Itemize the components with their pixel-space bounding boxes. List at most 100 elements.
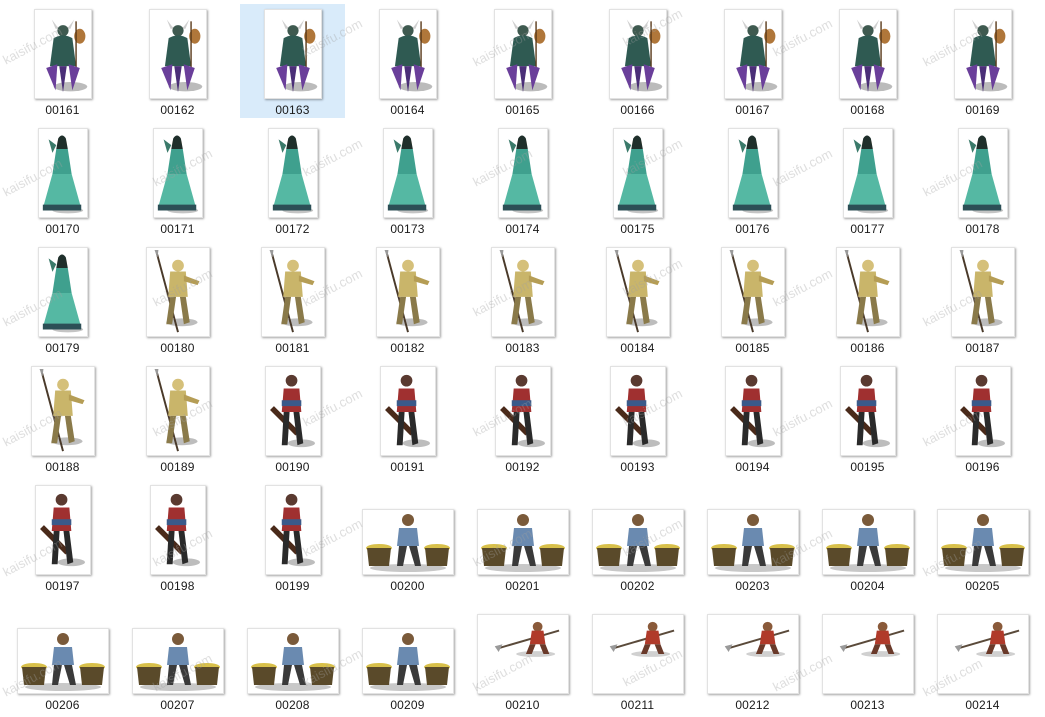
file-tile[interactable]: 00212 xyxy=(700,599,805,713)
file-tile[interactable]: 00201 xyxy=(470,480,575,594)
file-name-label: 00212 xyxy=(735,698,770,712)
file-tile[interactable]: 00209 xyxy=(355,599,460,713)
file-tile[interactable]: 00168 xyxy=(815,4,920,118)
basket-porter-thumbnail-icon xyxy=(131,628,224,694)
file-name-label: 00170 xyxy=(45,222,80,236)
file-tile[interactable]: 00202 xyxy=(585,480,690,594)
file-name-label: 00202 xyxy=(620,579,655,593)
file-tile[interactable]: 00213 xyxy=(815,599,920,713)
file-tile[interactable]: 00171 xyxy=(125,123,230,237)
file-tile[interactable]: 00166 xyxy=(585,4,690,118)
file-tile[interactable]: 00203 xyxy=(700,480,805,594)
crossbow-soldier-thumbnail-icon xyxy=(954,366,1011,456)
basket-porter-thumbnail-icon xyxy=(936,509,1029,575)
basket-porter-thumbnail-icon xyxy=(246,628,339,694)
file-tile[interactable]: 00169 xyxy=(930,4,1035,118)
file-tile[interactable]: 00189 xyxy=(125,361,230,475)
basket-porter-thumbnail-icon xyxy=(476,509,569,575)
file-tile[interactable]: 00170 xyxy=(10,123,115,237)
file-name-label: 00183 xyxy=(505,341,540,355)
file-name-label: 00184 xyxy=(620,341,655,355)
file-tile[interactable]: 00187 xyxy=(930,242,1035,356)
spear-warrior-thumbnail-icon xyxy=(30,366,95,456)
teal-robed-lady-thumbnail-icon xyxy=(727,128,778,218)
file-tile[interactable]: 00180 xyxy=(125,242,230,356)
halberd-knight-thumbnail-icon xyxy=(936,614,1029,694)
file-tile[interactable]: 00174 xyxy=(470,123,575,237)
file-tile[interactable]: 00183 xyxy=(470,242,575,356)
file-name-label: 00174 xyxy=(505,222,540,236)
file-tile[interactable]: 00162 xyxy=(125,4,230,118)
file-tile[interactable]: 00211 xyxy=(585,599,690,713)
crossbow-soldier-thumbnail-icon xyxy=(264,366,321,456)
file-tile[interactable]: 00210 xyxy=(470,599,575,713)
file-name-label: 00162 xyxy=(160,103,195,117)
file-tile[interactable]: 00208 xyxy=(240,599,345,713)
spear-warrior-thumbnail-icon xyxy=(720,247,785,337)
file-name-label: 00182 xyxy=(390,341,425,355)
file-tile[interactable]: 00198 xyxy=(125,480,230,594)
bull-demon-king-thumbnail-icon xyxy=(838,9,897,99)
file-name-label: 00195 xyxy=(850,460,885,474)
file-tile[interactable]: 00186 xyxy=(815,242,920,356)
file-name-label: 00209 xyxy=(390,698,425,712)
file-tile[interactable]: 00172 xyxy=(240,123,345,237)
file-tile[interactable]: 00164 xyxy=(355,4,460,118)
file-name-label: 00194 xyxy=(735,460,770,474)
file-tile[interactable]: 00179 xyxy=(10,242,115,356)
file-name-label: 00163 xyxy=(275,103,310,117)
file-tile[interactable]: 00206 xyxy=(10,599,115,713)
file-tile[interactable]: 00175 xyxy=(585,123,690,237)
file-tile[interactable]: 00184 xyxy=(585,242,690,356)
file-tile[interactable]: 00192 xyxy=(470,361,575,475)
file-tile[interactable]: 00163 xyxy=(240,4,345,118)
bull-demon-king-thumbnail-icon xyxy=(493,9,552,99)
bull-demon-king-thumbnail-icon xyxy=(723,9,782,99)
bull-demon-king-thumbnail-icon xyxy=(148,9,207,99)
file-tile[interactable]: 00181 xyxy=(240,242,345,356)
file-name-label: 00169 xyxy=(965,103,1000,117)
crossbow-soldier-thumbnail-icon xyxy=(149,485,206,575)
file-tile[interactable]: 00193 xyxy=(585,361,690,475)
file-tile[interactable]: 00188 xyxy=(10,361,115,475)
file-tile[interactable]: 00194 xyxy=(700,361,805,475)
file-tile[interactable]: 00173 xyxy=(355,123,460,237)
file-tile[interactable]: 00207 xyxy=(125,599,230,713)
spear-warrior-thumbnail-icon xyxy=(950,247,1015,337)
teal-robed-lady-thumbnail-icon xyxy=(957,128,1008,218)
file-tile[interactable]: 00204 xyxy=(815,480,920,594)
file-tile[interactable]: 00185 xyxy=(700,242,805,356)
file-tile[interactable]: 00196 xyxy=(930,361,1035,475)
crossbow-soldier-thumbnail-icon xyxy=(494,366,551,456)
file-name-label: 00180 xyxy=(160,341,195,355)
basket-porter-thumbnail-icon xyxy=(361,509,454,575)
file-tile[interactable]: 00200 xyxy=(355,480,460,594)
file-tile[interactable]: 00178 xyxy=(930,123,1035,237)
file-tile[interactable]: 00199 xyxy=(240,480,345,594)
file-tile[interactable]: 00195 xyxy=(815,361,920,475)
file-tile[interactable]: 00182 xyxy=(355,242,460,356)
file-name-label: 00211 xyxy=(620,698,655,712)
basket-porter-thumbnail-icon xyxy=(591,509,684,575)
bull-demon-king-thumbnail-icon xyxy=(378,9,437,99)
file-name-label: 00164 xyxy=(390,103,425,117)
file-name-label: 00189 xyxy=(160,460,195,474)
halberd-knight-thumbnail-icon xyxy=(821,614,914,694)
file-tile[interactable]: 00167 xyxy=(700,4,805,118)
file-tile[interactable]: 00161 xyxy=(10,4,115,118)
spear-warrior-thumbnail-icon xyxy=(375,247,440,337)
file-name-label: 00206 xyxy=(45,698,80,712)
spear-warrior-thumbnail-icon xyxy=(490,247,555,337)
crossbow-soldier-thumbnail-icon xyxy=(609,366,666,456)
file-name-label: 00168 xyxy=(850,103,885,117)
crossbow-soldier-thumbnail-icon xyxy=(34,485,91,575)
file-tile[interactable]: 00214 xyxy=(930,599,1035,713)
spear-warrior-thumbnail-icon xyxy=(835,247,900,337)
file-tile[interactable]: 00197 xyxy=(10,480,115,594)
file-tile[interactable]: 00177 xyxy=(815,123,920,237)
file-tile[interactable]: 00205 xyxy=(930,480,1035,594)
file-tile[interactable]: 00165 xyxy=(470,4,575,118)
file-tile[interactable]: 00190 xyxy=(240,361,345,475)
file-tile[interactable]: 00176 xyxy=(700,123,805,237)
file-tile[interactable]: 00191 xyxy=(355,361,460,475)
